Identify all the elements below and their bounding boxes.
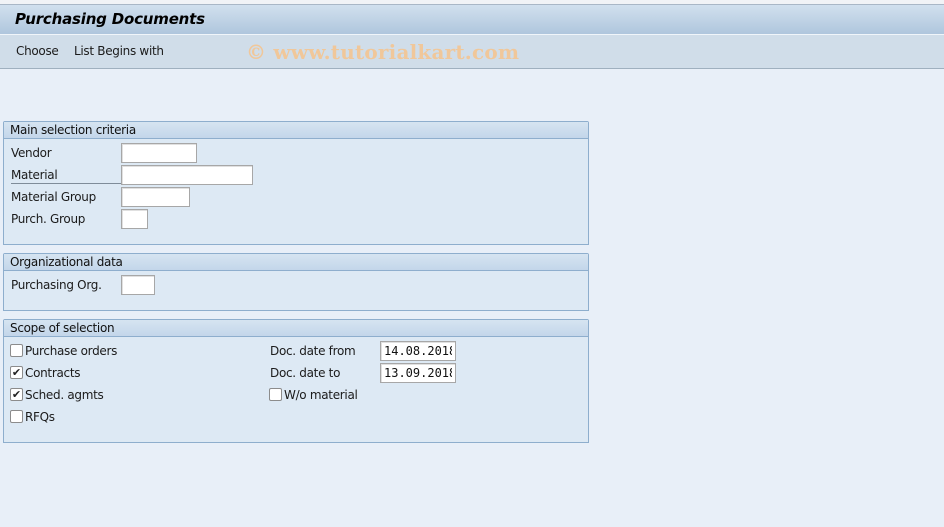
- wo-material-label[interactable]: W/o material: [284, 388, 358, 402]
- contracts-label[interactable]: Contracts: [25, 366, 80, 380]
- rfqs-label[interactable]: RFQs: [25, 410, 55, 424]
- material-group-input[interactable]: [121, 187, 190, 207]
- list-begins-with-button[interactable]: List Begins with: [74, 44, 164, 58]
- material-group-label: Material Group: [11, 190, 96, 204]
- purch-group-label: Purch. Group: [11, 212, 86, 226]
- wo-material-checkbox[interactable]: [269, 388, 282, 401]
- title-bar: Purchasing Documents: [0, 4, 944, 35]
- purchase-orders-checkbox[interactable]: [10, 344, 23, 357]
- purchasing-org-input[interactable]: [121, 275, 155, 295]
- sched-agmts-label[interactable]: Sched. agmts: [25, 388, 104, 402]
- material-label: Material: [11, 168, 121, 184]
- application-toolbar: Choose List Begins with © www.tutorialka…: [0, 35, 944, 69]
- doc-date-to-input[interactable]: [380, 363, 456, 383]
- vendor-label: Vendor: [11, 146, 52, 160]
- scope-header: Scope of selection: [4, 320, 588, 337]
- scope-groupbox: Scope of selection: [3, 319, 589, 443]
- purch-group-input[interactable]: [121, 209, 148, 229]
- rfqs-checkbox[interactable]: [10, 410, 23, 423]
- sched-agmts-checkbox[interactable]: ✔: [10, 388, 23, 401]
- page-title: Purchasing Documents: [15, 10, 205, 28]
- doc-date-from-label: Doc. date from: [270, 344, 356, 358]
- purchasing-org-label: Purchasing Org.: [11, 278, 102, 292]
- purchase-orders-label[interactable]: Purchase orders: [25, 344, 117, 358]
- doc-date-to-label: Doc. date to: [270, 366, 341, 380]
- contracts-checkbox[interactable]: ✔: [10, 366, 23, 379]
- choose-button[interactable]: Choose: [16, 44, 59, 58]
- watermark-text: © www.tutorialkart.com: [246, 40, 520, 64]
- doc-date-from-input[interactable]: [380, 341, 456, 361]
- org-data-header: Organizational data: [4, 254, 588, 271]
- main-selection-header: Main selection criteria: [4, 122, 588, 139]
- vendor-input[interactable]: [121, 143, 197, 163]
- material-input[interactable]: [121, 165, 253, 185]
